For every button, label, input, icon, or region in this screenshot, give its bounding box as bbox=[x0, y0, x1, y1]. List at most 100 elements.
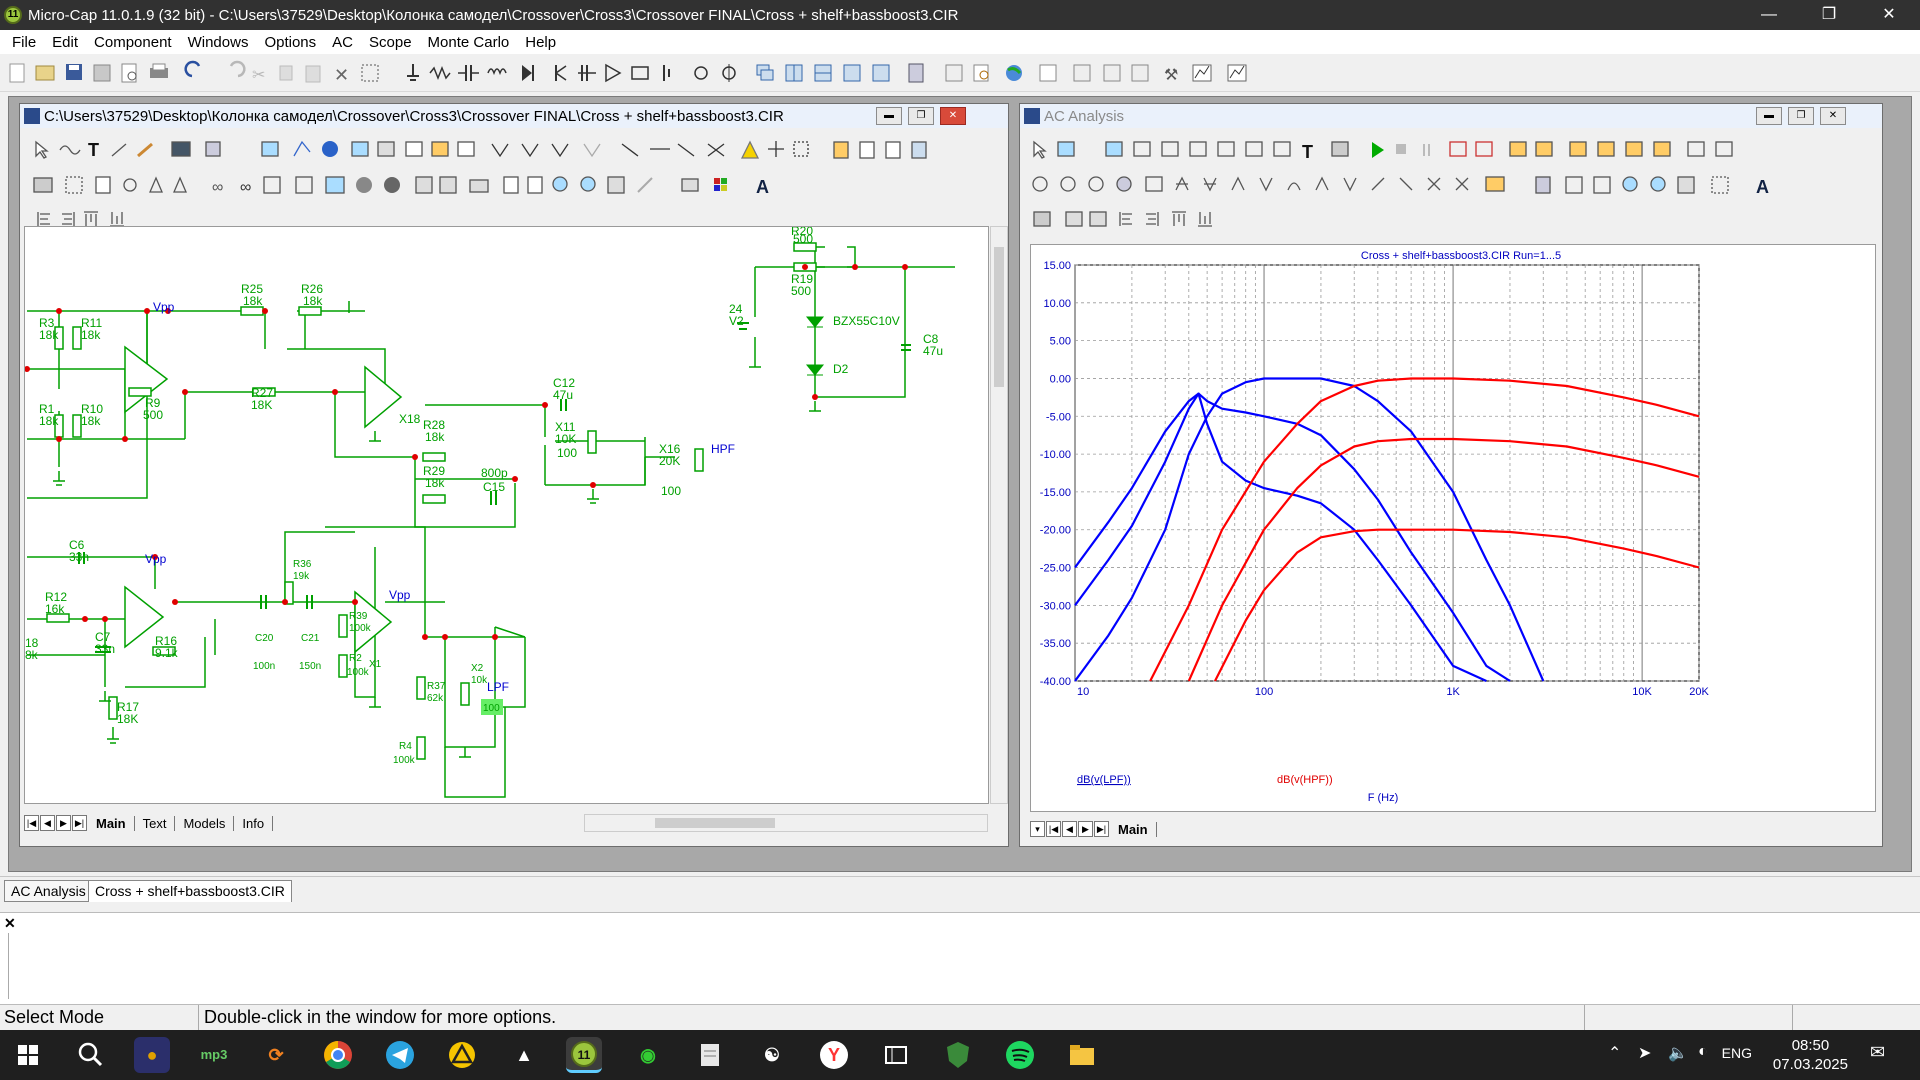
ac-layout1-icon[interactable] bbox=[1569, 141, 1587, 157]
ac-copy2-icon[interactable] bbox=[1065, 211, 1083, 227]
mirror-icon[interactable] bbox=[149, 176, 163, 193]
tile-horizontal-icon[interactable] bbox=[814, 64, 832, 82]
save-all-icon[interactable] bbox=[93, 64, 111, 82]
wifi-icon[interactable]: ◐ bbox=[1698, 1043, 1708, 1061]
ac-edit-icon[interactable] bbox=[1145, 176, 1163, 192]
schematic-vscroll-thumb[interactable] bbox=[994, 247, 1004, 387]
ac-layout3-icon[interactable] bbox=[1625, 141, 1643, 157]
ac-scale1-icon[interactable] bbox=[1565, 176, 1583, 194]
ac-paste2-icon[interactable] bbox=[1089, 211, 1107, 227]
network-app-icon[interactable]: ☯ bbox=[754, 1037, 790, 1073]
ac-zoom-circle4-icon[interactable] bbox=[1116, 176, 1132, 192]
archicad-icon[interactable] bbox=[444, 1037, 480, 1073]
ac-zoom-circle1-icon[interactable] bbox=[1032, 176, 1048, 192]
transistor-mos-icon[interactable] bbox=[578, 65, 596, 81]
ac-layout4-icon[interactable] bbox=[1653, 141, 1671, 157]
ac-grid-icon[interactable] bbox=[1715, 141, 1733, 157]
menu-help[interactable]: Help bbox=[517, 34, 564, 51]
ac-table-icon[interactable] bbox=[1535, 176, 1551, 194]
ac-prev-page-icon[interactable]: ◀ bbox=[1062, 821, 1077, 837]
copy-grid-icon[interactable] bbox=[415, 176, 433, 194]
align-bottom-icon[interactable] bbox=[110, 212, 124, 227]
warning-icon[interactable] bbox=[740, 140, 760, 159]
ac-titlebar[interactable]: AC Analysis bbox=[1020, 104, 1882, 128]
ac-layout2-icon[interactable] bbox=[1597, 141, 1615, 157]
grid-dots-icon[interactable] bbox=[793, 141, 809, 157]
window3-icon[interactable] bbox=[1073, 64, 1091, 82]
ac-zoom-in-icon[interactable] bbox=[1622, 176, 1638, 192]
flag-mode-icon[interactable] bbox=[293, 140, 311, 157]
export-icon[interactable] bbox=[503, 176, 519, 194]
schematic-canvas[interactable]: Vpp R25 18k R26 18k R3 18k R11 18k R9 50… bbox=[24, 226, 989, 804]
tile-vertical-icon[interactable] bbox=[785, 64, 803, 82]
ac-cursor-icon[interactable] bbox=[1449, 141, 1467, 157]
window2-icon[interactable] bbox=[872, 64, 890, 82]
schematic-window[interactable]: C:\Users\37529\Desktop\Колонка самодел\C… bbox=[19, 103, 1009, 847]
capacitor-icon[interactable] bbox=[458, 65, 479, 81]
menu-options[interactable]: Options bbox=[256, 34, 324, 51]
ac-graph3-icon[interactable] bbox=[1189, 141, 1207, 157]
node-snap-icon[interactable] bbox=[551, 143, 569, 158]
menu-scope[interactable]: Scope bbox=[361, 34, 420, 51]
menu-edit[interactable]: Edit bbox=[44, 34, 86, 51]
ac-dropdown-icon[interactable]: ▾ bbox=[1030, 821, 1045, 837]
ac-text-icon[interactable]: T bbox=[1302, 142, 1313, 162]
rotate-icon[interactable] bbox=[123, 178, 137, 192]
ac-graph5-icon[interactable] bbox=[1245, 141, 1263, 157]
print-preview-icon[interactable] bbox=[121, 63, 137, 83]
ac-graph1-icon[interactable] bbox=[1133, 141, 1151, 157]
diode-icon[interactable] bbox=[522, 65, 534, 81]
ac-properties2-icon[interactable] bbox=[1033, 211, 1051, 227]
page-icon[interactable] bbox=[833, 141, 849, 159]
chrome-icon[interactable] bbox=[320, 1037, 356, 1073]
menu-monte-carlo[interactable]: Monte Carlo bbox=[420, 34, 518, 51]
grid-icon[interactable] bbox=[677, 143, 695, 157]
pin-icon[interactable] bbox=[491, 143, 509, 158]
ac-copy-icon[interactable] bbox=[1057, 141, 1075, 157]
align-left-icon[interactable] bbox=[37, 212, 50, 226]
ac-graph6-icon[interactable] bbox=[1273, 141, 1291, 157]
folder-icon[interactable] bbox=[469, 179, 489, 193]
tray-chevron-icon[interactable]: ⌃ bbox=[1608, 1043, 1621, 1063]
ac-next-page-icon[interactable]: ▶ bbox=[1078, 821, 1093, 837]
diagonal-wire-icon[interactable] bbox=[111, 143, 127, 157]
file-explorer-icon[interactable] bbox=[1064, 1037, 1100, 1073]
ac-analysis-window[interactable]: AC Analysis ▬ ❐ ✕ T A Cross + shelf+bass… bbox=[1019, 103, 1883, 847]
next-page-icon[interactable]: ▶ bbox=[56, 815, 71, 831]
ac-dots-icon[interactable] bbox=[1711, 176, 1729, 194]
cascade-icon[interactable] bbox=[756, 64, 774, 81]
bounds-icon[interactable] bbox=[65, 176, 83, 194]
plot2-icon[interactable] bbox=[1227, 64, 1247, 82]
delete-icon[interactable]: ✕ bbox=[334, 65, 349, 85]
minimize-button[interactable]: — bbox=[1746, 0, 1792, 30]
shield-app-icon[interactable] bbox=[940, 1037, 976, 1073]
ac-minimize-pane-icon[interactable] bbox=[1687, 141, 1705, 157]
binoculars-icon[interactable]: ∞ bbox=[212, 179, 223, 196]
close-button[interactable]: ✕ bbox=[1866, 0, 1912, 30]
point-mode-icon[interactable] bbox=[377, 141, 395, 157]
schematic-vscrollbar[interactable] bbox=[990, 226, 1008, 804]
probe-icon[interactable] bbox=[637, 177, 653, 193]
microcap-taskbar-icon[interactable]: 11 bbox=[566, 1037, 602, 1073]
fit-icon[interactable] bbox=[607, 176, 625, 194]
ac-next-icon[interactable] bbox=[1427, 177, 1441, 191]
paste-icon[interactable] bbox=[305, 65, 321, 83]
component-panel-icon[interactable] bbox=[945, 64, 963, 82]
schematic-minimize-button[interactable]: ▬ bbox=[876, 107, 902, 125]
wolf-app-icon[interactable]: ▲ bbox=[506, 1037, 542, 1073]
ac-global-high-icon[interactable] bbox=[1315, 176, 1329, 191]
ac-inflection-icon[interactable] bbox=[1287, 182, 1301, 191]
inductor-icon[interactable] bbox=[487, 68, 507, 76]
picture-icon[interactable] bbox=[261, 141, 279, 157]
schematic-restore-button[interactable]: ❐ bbox=[908, 107, 934, 125]
node-numbers-icon[interactable] bbox=[405, 141, 423, 157]
page3-icon[interactable] bbox=[885, 141, 901, 159]
attribute-icon[interactable] bbox=[583, 143, 601, 158]
pen-icon[interactable] bbox=[137, 142, 153, 158]
prev-page-icon[interactable]: ◀ bbox=[40, 815, 55, 831]
zoom-out-icon[interactable] bbox=[580, 176, 596, 192]
align-right-icon[interactable] bbox=[62, 212, 75, 226]
ground-icon[interactable] bbox=[407, 64, 419, 81]
window-icon[interactable] bbox=[843, 64, 861, 82]
ac-fit-icon[interactable] bbox=[1677, 176, 1695, 194]
